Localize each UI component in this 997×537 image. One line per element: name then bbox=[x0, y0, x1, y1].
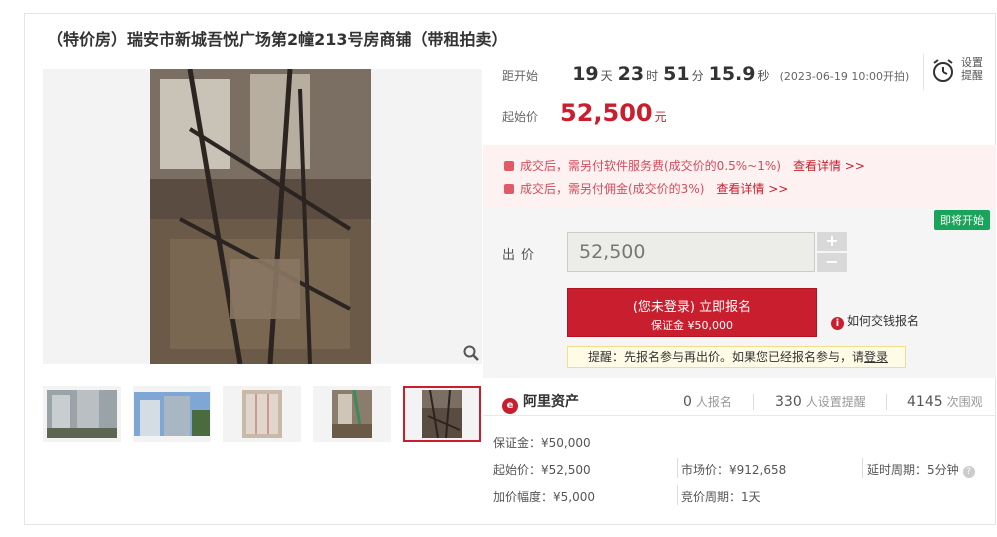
gift-icon bbox=[504, 161, 514, 171]
signup-button-deposit: 保证金 ¥50,000 bbox=[651, 319, 733, 332]
reminder-count: 330 人设置提醒 bbox=[775, 393, 866, 410]
start-price-unit: 元 bbox=[654, 110, 667, 124]
thumbnail-2[interactable] bbox=[133, 386, 211, 442]
login-tip: 提醒：先报名参与再出价。如果您已经报名参与，请登录 bbox=[567, 346, 906, 368]
service-fee-details-link[interactable]: 查看详情 >> bbox=[793, 159, 865, 173]
fee-notice-box: 成交后，需另付软件服务费(成交价的0.5%~1%) 查看详情 >> 成交后，需另付… bbox=[483, 145, 996, 208]
ali-assets-logo: e 阿里资产 bbox=[502, 391, 579, 414]
increase-bid-button[interactable]: + bbox=[817, 232, 847, 251]
auction-info-grid: 保证金：¥50,000 起始价：¥52,500 加价幅度：¥5,000 市场价：… bbox=[483, 417, 996, 517]
reminder-label-line1: 设置 bbox=[961, 56, 983, 69]
login-link[interactable]: 登录 bbox=[864, 350, 888, 364]
notice-commission: 成交后，需另付佣金(成交价的3%) 查看详情 >> bbox=[504, 180, 788, 197]
countdown: 距开始 19 天 23 时 51 分 15.9 秒 (2023-06-19 10:00开拍) bbox=[502, 63, 909, 85]
ali-logo-text: 阿里资产 bbox=[523, 394, 579, 410]
countdown-hours-unit: 时 bbox=[646, 69, 659, 83]
decrease-bid-button[interactable]: − bbox=[817, 253, 847, 272]
notice-commission-text: 成交后，需另付佣金(成交价的3%) bbox=[520, 182, 705, 196]
start-price-value: 52,500 bbox=[560, 99, 653, 127]
status-badge: 即将开始 bbox=[934, 210, 990, 230]
gift-icon bbox=[504, 184, 514, 194]
countdown-label: 距开始 bbox=[502, 69, 539, 83]
countdown-seconds: 15.9 bbox=[708, 63, 756, 85]
property-photo bbox=[150, 69, 371, 364]
deposit-info: 保证金：¥50,000 bbox=[493, 436, 591, 450]
start-price-info: 起始价：¥52,500 bbox=[493, 463, 591, 477]
main-image-viewer[interactable] bbox=[43, 69, 482, 364]
countdown-days-unit: 天 bbox=[600, 69, 613, 83]
thumbnail-4[interactable] bbox=[313, 386, 391, 442]
bid-label: 出价 bbox=[502, 248, 541, 263]
signup-count-value: 0 bbox=[683, 394, 692, 410]
reminder-count-unit: 人设置提醒 bbox=[805, 395, 866, 409]
thumbnail-1[interactable] bbox=[43, 386, 121, 442]
notice-service-fee-text: 成交后，需另付软件服务费(成交价的0.5%~1%) bbox=[520, 159, 781, 173]
thumbnail-5-selected[interactable] bbox=[403, 386, 481, 442]
thumbnail-3[interactable] bbox=[223, 386, 301, 442]
reminder-count-value: 330 bbox=[775, 394, 802, 410]
how-to-pay-label: 如何交钱报名 bbox=[847, 314, 920, 328]
delay-period-text: 延时周期：5分钟 bbox=[867, 463, 959, 477]
countdown-hours: 23 bbox=[617, 63, 645, 85]
thumbnail-strip bbox=[43, 386, 483, 442]
auction-start-time: (2023-06-19 10:00开拍) bbox=[779, 70, 910, 83]
signup-count: 0 人报名 bbox=[683, 393, 732, 410]
signup-button-label: (您未登录) 立即报名 bbox=[632, 300, 752, 315]
countdown-days: 19 bbox=[572, 63, 599, 85]
delay-period-info: 延时周期：5分钟? bbox=[867, 461, 975, 478]
start-price-row: 起始价 52,500 元 bbox=[502, 99, 667, 127]
view-count: 4145 次围观 bbox=[907, 393, 983, 410]
divider bbox=[862, 458, 863, 478]
help-icon[interactable]: ? bbox=[962, 466, 975, 478]
view-count-unit: 次围观 bbox=[946, 395, 983, 409]
set-reminder-button[interactable]: 设置 提醒 bbox=[923, 54, 993, 90]
reminder-label-line2: 提醒 bbox=[961, 69, 983, 82]
bid-panel: 即将开始 出价 52,500 + − (您未登录) 立即报名 保证金 ¥50,0… bbox=[483, 208, 996, 378]
countdown-minutes: 51 bbox=[663, 63, 690, 85]
divider bbox=[886, 394, 887, 410]
how-to-pay-link[interactable]: i 如何交钱报名 bbox=[831, 312, 919, 330]
zoom-icon[interactable] bbox=[462, 344, 480, 362]
page-title: （特价房）瑞安市新城吾悦广场第2幢213号房商铺（带租拍卖） bbox=[47, 30, 508, 49]
divider bbox=[753, 394, 754, 410]
signup-count-unit: 人报名 bbox=[695, 395, 732, 409]
alarm-clock-icon bbox=[933, 59, 953, 82]
start-price-label: 起始价 bbox=[502, 110, 539, 124]
signup-now-button[interactable]: (您未登录) 立即报名 保证金 ¥50,000 bbox=[567, 288, 817, 337]
divider bbox=[677, 458, 678, 478]
bid-period-info: 竞价周期：1天 bbox=[681, 490, 761, 504]
stats-row: e 阿里资产 0 人报名 330 人设置提醒 4145 次围观 bbox=[483, 380, 996, 416]
info-icon: i bbox=[831, 317, 844, 330]
login-tip-text: 提醒：先报名参与再出价。如果您已经报名参与，请 bbox=[588, 350, 865, 364]
auction-detail-panel: （特价房）瑞安市新城吾悦广场第2幢213号房商铺（带租拍卖） 距开始 19 天 … bbox=[24, 13, 996, 525]
countdown-seconds-unit: 秒 bbox=[757, 69, 770, 83]
countdown-minutes-unit: 分 bbox=[691, 69, 704, 83]
bid-amount-input[interactable]: 52,500 bbox=[567, 232, 815, 272]
commission-details-link[interactable]: 查看详情 >> bbox=[716, 182, 788, 196]
ali-logo-icon: e bbox=[502, 398, 518, 414]
market-price-info: 市场价：¥912,658 bbox=[681, 463, 787, 477]
increment-info: 加价幅度：¥5,000 bbox=[493, 490, 595, 504]
divider bbox=[677, 485, 678, 505]
view-count-value: 4145 bbox=[907, 394, 943, 410]
notice-service-fee: 成交后，需另付软件服务费(成交价的0.5%~1%) 查看详情 >> bbox=[504, 157, 865, 174]
